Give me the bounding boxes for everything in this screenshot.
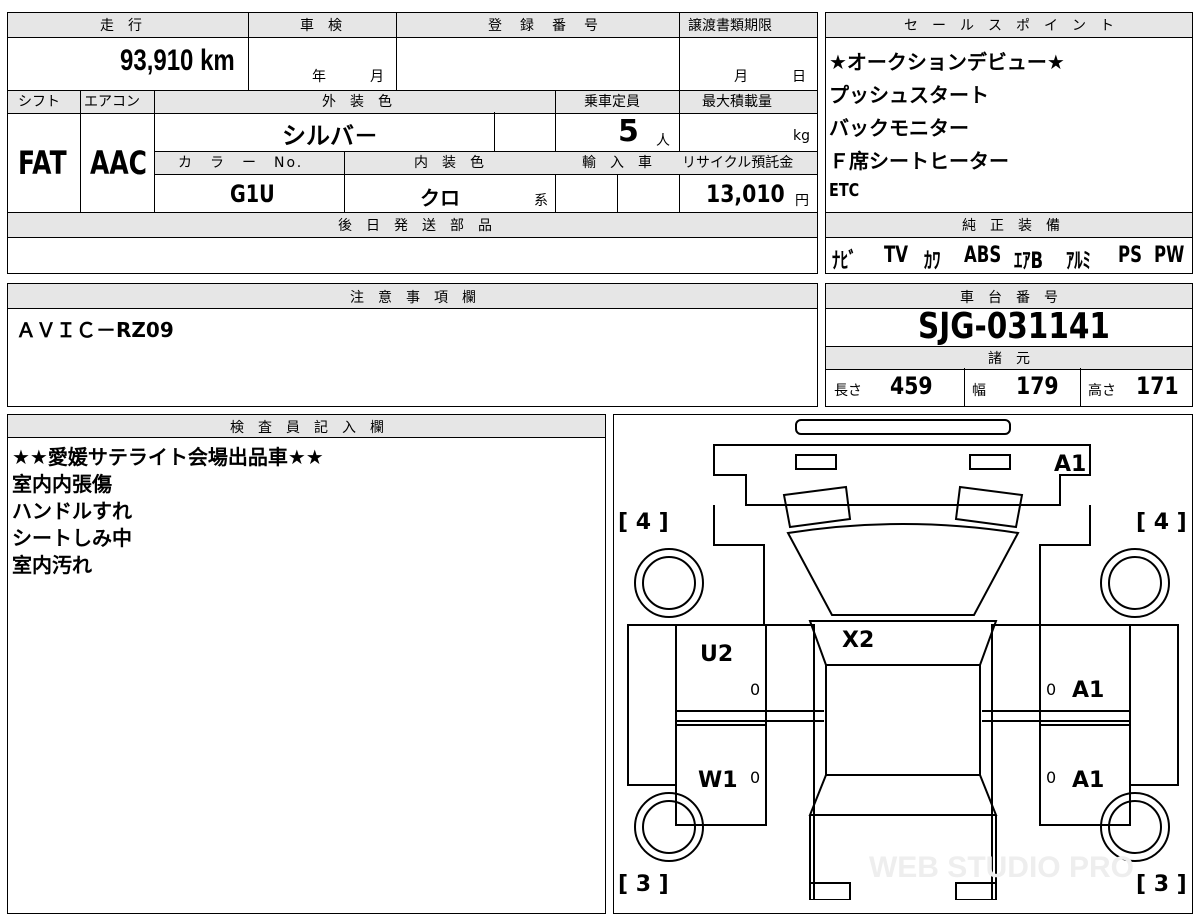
notes-text: ＡＶＩＣ－RZ09: [16, 318, 174, 342]
equipment-header: 純 正 装 備: [962, 218, 1060, 234]
registration-header: 登 録 番 号: [488, 18, 600, 34]
height-label: 高さ: [1088, 383, 1116, 399]
zero-mark-rf: 0: [1046, 680, 1057, 699]
interior-color-value: クロ: [420, 186, 460, 210]
equipment-tv: TV: [884, 243, 909, 268]
sales-point-4: Ｆ席シートヒーター: [829, 149, 1009, 173]
watermark-text: WEB STUDIO PRO: [869, 851, 1134, 884]
equipment-alloy: ｱﾙﾐ: [1066, 249, 1091, 274]
capacity-value: 5: [618, 114, 639, 149]
capacity-header: 乗車定員: [584, 94, 640, 110]
tire-fl-label: [ 4 ]: [618, 510, 669, 535]
mileage-header: 走 行: [100, 18, 142, 34]
equipment-pw: PW: [1154, 243, 1185, 268]
exterior-color-value: シルバ－: [282, 122, 378, 150]
equipment-airbag: ｴｱB: [1014, 249, 1044, 274]
sales-points-header: セ ー ル ス ポ イ ン ト: [904, 18, 1114, 34]
sales-point-2: プッシュスタート: [829, 83, 989, 107]
later-parts-header: 後 日 発 送 部 品: [338, 218, 492, 234]
right-front-door-mark: A1: [1072, 678, 1105, 703]
height-value: 171: [1136, 372, 1179, 400]
width-label: 幅: [972, 383, 986, 399]
length-label: 長さ: [834, 383, 862, 399]
inspector-line-3: ハンドルすれ: [12, 499, 132, 523]
tire-rr-label: [ 3 ]: [1136, 872, 1187, 897]
inspection-year: 年: [312, 69, 326, 85]
inspector-line-2: 室内内張傷: [12, 472, 112, 496]
chassis-number: SJG-031141: [918, 306, 1110, 347]
zero-mark-lf: 0: [750, 680, 761, 699]
zero-mark-lr: 0: [750, 768, 761, 787]
equipment-navi: ﾅﾋﾞ: [832, 249, 857, 274]
aircon-value: AAC: [90, 144, 147, 182]
tire-fr-label: [ 4 ]: [1136, 510, 1187, 535]
sales-point-3: バックモニター: [829, 116, 969, 140]
inspector-line-4: シートしみ中: [12, 526, 132, 550]
sales-point-1: ★オークションデビュー★: [829, 50, 1065, 74]
capacity-unit: 人: [656, 133, 670, 149]
mileage-value: 93,910 km: [120, 44, 235, 77]
inspector-line-1: ★★愛媛サテライト会場出品車★★: [12, 445, 324, 469]
max-load-unit: kg: [793, 128, 810, 144]
inspection-month: 月: [370, 69, 384, 85]
sales-point-5: ETC: [829, 180, 860, 201]
recycle-header: リサイクル預託金: [682, 155, 794, 171]
specs-header: 諸 元: [988, 351, 1030, 367]
length-value: 459: [890, 372, 933, 400]
inspector-header: 検 査 員 記 入 欄: [230, 420, 384, 436]
max-load-header: 最大積載量: [702, 94, 772, 110]
aircon-header: エアコン: [84, 94, 140, 110]
inspector-line-5: 室内汚れ: [12, 553, 92, 577]
notes-header: 注 意 事 項 欄: [350, 290, 476, 306]
color-no-header: カ ラ ー No.: [178, 155, 304, 171]
left-rear-door-mark: W1: [698, 768, 738, 793]
transfer-deadline-header: 譲渡書類期限: [688, 18, 772, 34]
equipment-leather: ｶﾜ: [924, 249, 941, 274]
shift-value: FAT: [18, 144, 67, 182]
recycle-value: 13,010: [706, 180, 785, 208]
transfer-month: 月: [734, 69, 748, 85]
chassis-header: 車 台 番 号: [960, 290, 1058, 306]
zero-mark-rr: 0: [1046, 768, 1057, 787]
interior-color-suffix: 系: [534, 193, 548, 209]
hood-damage-mark: A1: [1054, 452, 1087, 477]
recycle-unit: 円: [795, 193, 809, 209]
width-value: 179: [1016, 372, 1059, 400]
roof-damage-mark: X2: [842, 628, 875, 653]
transfer-day: 日: [792, 69, 806, 85]
tire-rl-label: [ 3 ]: [618, 872, 669, 897]
right-rear-door-mark: A1: [1072, 768, 1105, 793]
interior-color-header: 内 装 色: [414, 155, 484, 171]
exterior-color-header: 外 装 色: [322, 94, 392, 110]
inspection-header: 車 検: [300, 18, 342, 34]
import-header: 輸 入 車: [582, 155, 652, 171]
color-no-value: G1U: [230, 180, 275, 208]
shift-header: シフト: [18, 94, 60, 110]
equipment-abs: ABS: [964, 243, 1002, 268]
equipment-ps: PS: [1118, 243, 1142, 268]
left-front-door-mark: U2: [700, 642, 734, 667]
